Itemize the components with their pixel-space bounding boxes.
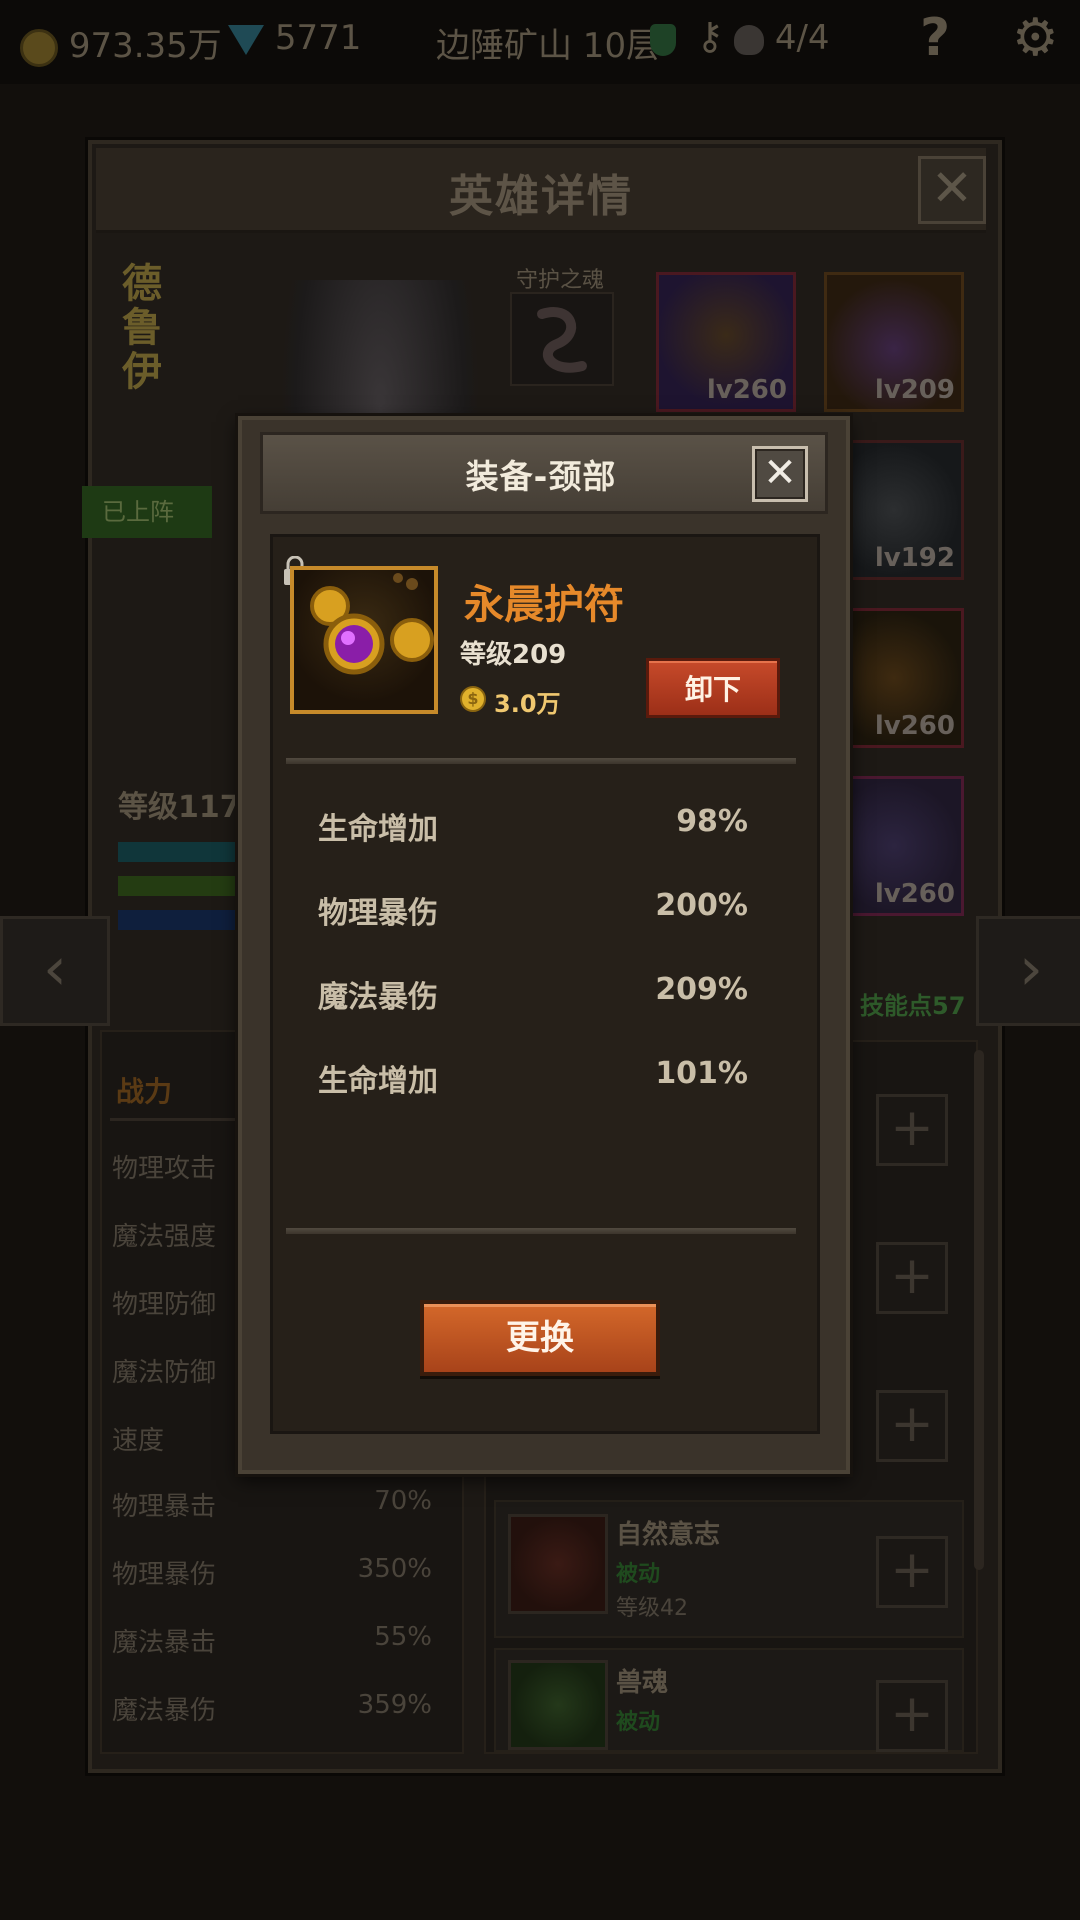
stat-row: 魔法暴伤 359% — [112, 1690, 432, 1726]
skills-scrollbar[interactable] — [974, 1050, 984, 1570]
attribute-row: 魔法暴伤 209% — [318, 972, 748, 1015]
item-price: 3.0万 — [494, 690, 561, 718]
resource-bar: 973.35万 5771 边陲矿山 10层 ⚷ 4/4 ? ⚙ — [0, 0, 1080, 84]
modal-close-button[interactable]: ✕ — [752, 446, 808, 502]
skill-upgrade-button[interactable]: + — [876, 1390, 948, 1462]
hero-panel-title: 英雄详情 — [449, 171, 633, 222]
gold-coin-icon — [20, 28, 58, 67]
item-name: 永晨护符 — [464, 582, 624, 628]
equipment-level: lv260 — [706, 375, 787, 405]
skill-name: 自然意志 — [616, 1520, 721, 1550]
shield-icon — [650, 23, 676, 56]
modal-title: 装备-颈部 — [465, 457, 617, 496]
item-icon-frame — [290, 566, 438, 714]
skull-counter: 4/4 — [734, 18, 830, 58]
divider — [286, 758, 796, 764]
stat-row: 魔法暴击 55% — [112, 1622, 432, 1658]
hero-name: 德 鲁 伊 — [122, 261, 162, 395]
gem-icon — [228, 24, 264, 55]
skill-type: 被动 — [616, 1710, 661, 1735]
skill-upgrade-button[interactable]: + — [876, 1536, 948, 1608]
gold-counter: 973.35万 — [20, 18, 222, 67]
attribute-row: 生命增加 101% — [318, 1056, 748, 1099]
help-button[interactable]: ? — [920, 8, 950, 68]
hero-panel-close-button[interactable]: ✕ — [918, 156, 986, 224]
next-hero-button[interactable]: › — [976, 916, 1080, 1026]
beast-soul-icon — [508, 1660, 608, 1750]
stats-title: 战力 — [116, 1075, 173, 1108]
skill-upgrade-button[interactable]: + — [876, 1680, 948, 1752]
shield-status — [650, 18, 676, 58]
attribute-row: 物理暴伤 200% — [318, 888, 748, 931]
equipment-slot-neck[interactable]: lv209 — [824, 272, 964, 412]
stat-row: 物理暴伤 350% — [112, 1554, 432, 1590]
skull-icon — [734, 24, 764, 55]
equipment-level: lv260 — [874, 879, 955, 909]
skill-points: 技能点57 — [860, 992, 966, 1020]
skill-type: 被动 — [616, 1562, 661, 1587]
gem-counter: 5771 — [228, 18, 361, 58]
hp-bar — [118, 842, 238, 862]
attribute-row: 生命增加 98% — [318, 804, 748, 847]
divider — [286, 1228, 796, 1234]
deployed-badge: 已上阵 — [82, 486, 212, 538]
unequip-button[interactable]: 卸下 — [646, 658, 780, 718]
coin-icon: $ — [460, 686, 486, 712]
replace-button[interactable]: 更换 — [420, 1300, 660, 1376]
skill-upgrade-button[interactable]: + — [876, 1094, 948, 1166]
mana-bar — [118, 910, 238, 930]
equipment-level: lv260 — [874, 711, 955, 741]
settings-gear-icon[interactable]: ⚙ — [1012, 8, 1059, 68]
equipment-level: lv209 — [874, 375, 955, 405]
amulet-icon — [310, 573, 434, 675]
guardian-soul-slot[interactable] — [510, 292, 614, 386]
serpent-icon — [537, 307, 587, 373]
guardian-soul-label: 守护之魂 — [515, 268, 604, 293]
paw-icon — [508, 1514, 608, 1614]
skill-level: 等级42 — [616, 1596, 688, 1621]
stat-row: 物理暴击 70% — [112, 1486, 432, 1522]
exp-bar — [118, 876, 238, 896]
key-icon: ⚷ — [696, 14, 724, 58]
location-label: 边陲矿山 10层 — [436, 26, 661, 66]
equipment-level: lv192 — [874, 543, 955, 573]
skill-name: 兽魂 — [616, 1668, 669, 1698]
hero-level: 等级117 — [118, 790, 241, 825]
previous-hero-button[interactable]: ‹ — [0, 916, 110, 1026]
skill-upgrade-button[interactable]: + — [876, 1242, 948, 1314]
item-level: 等级209 — [460, 640, 567, 670]
equipment-slot-helmet[interactable]: lv260 — [656, 272, 796, 412]
